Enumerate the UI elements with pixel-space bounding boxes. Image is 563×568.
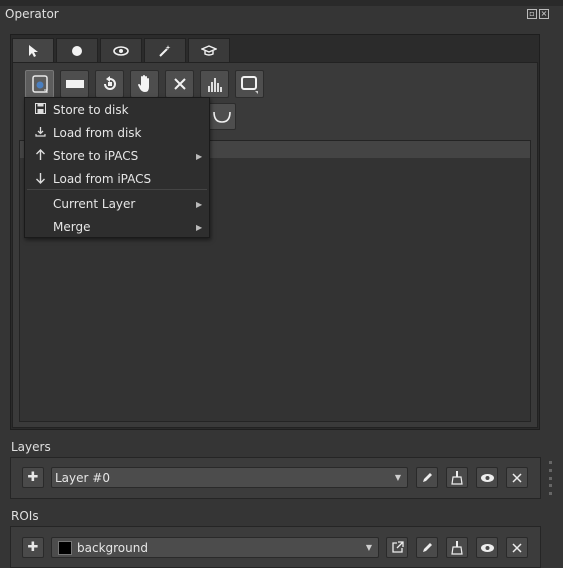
layer-select-value: Layer #0 [55, 470, 110, 485]
cursor-icon [29, 44, 38, 57]
tool-tabs [12, 38, 232, 62]
curve-tool-button[interactable] [207, 103, 236, 130]
menu-item-load-from-ipacs[interactable]: Load from iPACS [25, 168, 209, 190]
submenu-arrow-icon: ▶ [196, 199, 203, 209]
plus-icon: ✚ [27, 470, 39, 485]
roi-select[interactable]: background ▼ [51, 537, 379, 558]
edit-layer-button[interactable] [416, 467, 438, 488]
menu-item-label: Store to disk [53, 103, 129, 117]
pencil-icon [422, 543, 432, 552]
resize-handle[interactable] [549, 461, 553, 495]
close-panel-icon[interactable]: × [539, 9, 549, 19]
add-layer-button[interactable]: ✚ [22, 467, 44, 488]
title-bar-controls: ▫ × [527, 9, 549, 19]
plus-icon: ✚ [27, 540, 39, 555]
arrow-down-icon [33, 172, 47, 187]
chevron-down-icon: ▼ [394, 473, 402, 482]
add-roi-button[interactable]: ✚ [22, 537, 44, 558]
pencil-icon [422, 473, 432, 482]
menu-item-label: Load from disk [53, 126, 142, 140]
roi-select-value: background [77, 540, 148, 555]
rectangle-tool-button[interactable] [60, 70, 89, 98]
arrow-up-icon [33, 148, 47, 164]
histogram-icon [207, 78, 222, 92]
histogram-button[interactable] [200, 70, 229, 98]
download-icon [33, 126, 47, 140]
menu-item-label: Merge [53, 220, 91, 234]
chevron-down-icon: ▼ [365, 543, 373, 552]
roi-color-swatch [58, 540, 72, 555]
layer-io-icon [31, 75, 48, 93]
menu-item-store-to-ipacs[interactable]: Store to iPACS ▶ [25, 145, 209, 167]
eye-icon [480, 543, 494, 552]
layer-io-menu: Store to disk Load from disk Store to iP… [24, 97, 210, 238]
toggle-roi-visibility-button[interactable] [476, 537, 498, 558]
delete-roi-button[interactable] [506, 537, 528, 558]
clear-button[interactable] [165, 70, 194, 98]
hand-icon [137, 75, 149, 92]
menu-separator [27, 189, 207, 190]
menu-item-label: Store to iPACS [53, 149, 139, 163]
external-link-icon [391, 541, 404, 553]
eye-icon [480, 473, 494, 482]
top-strip [0, 0, 563, 6]
menu-item-merge[interactable]: Merge ▶ [25, 216, 209, 238]
operator-toolbar [25, 70, 264, 98]
hand-tool-button[interactable] [130, 70, 159, 98]
panel-title: Operator [5, 7, 59, 21]
close-icon [173, 78, 186, 90]
float-icon[interactable]: ▫ [527, 9, 537, 19]
tab-graduation[interactable] [188, 38, 230, 62]
dot-icon [72, 45, 82, 56]
layers-section-label: Layers [11, 440, 51, 454]
square-shape-button[interactable] [235, 70, 264, 98]
tab-eye[interactable] [100, 38, 142, 62]
menu-item-label: Current Layer [53, 197, 136, 211]
menu-item-label: Load from iPACS [53, 172, 152, 186]
rectangle-icon [65, 80, 84, 88]
graduation-cap-icon [201, 44, 217, 56]
close-icon [512, 542, 522, 553]
tab-magic-wand[interactable] [144, 38, 186, 62]
curve-icon [212, 111, 231, 123]
square-icon [240, 76, 258, 94]
eye-icon [113, 45, 129, 56]
layer-io-button[interactable] [25, 70, 54, 98]
reset-button[interactable] [95, 70, 124, 98]
tab-dot[interactable] [56, 38, 98, 62]
layer-select[interactable]: Layer #0 ▼ [51, 467, 408, 488]
clear-roi-button[interactable] [446, 537, 468, 558]
delete-layer-button[interactable] [506, 467, 528, 488]
brush-icon [451, 540, 463, 555]
menu-item-current-layer[interactable]: Current Layer ▶ [25, 193, 209, 215]
brush-icon [451, 470, 463, 485]
clear-layer-button[interactable] [446, 467, 468, 488]
tab-cursor[interactable] [12, 38, 54, 62]
roi-open-external-button[interactable] [386, 537, 408, 558]
save-icon [33, 103, 47, 117]
toggle-layer-visibility-button[interactable] [476, 467, 498, 488]
submenu-arrow-icon: ▶ [196, 151, 203, 161]
menu-item-load-from-disk[interactable]: Load from disk [25, 122, 209, 144]
submenu-arrow-icon: ▶ [196, 222, 203, 232]
edit-roi-button[interactable] [416, 537, 438, 558]
reset-icon [103, 76, 116, 90]
magic-wand-icon [159, 44, 171, 57]
rois-section-label: ROIs [11, 509, 39, 523]
menu-item-store-to-disk[interactable]: Store to disk [25, 99, 209, 121]
close-icon [512, 472, 522, 483]
